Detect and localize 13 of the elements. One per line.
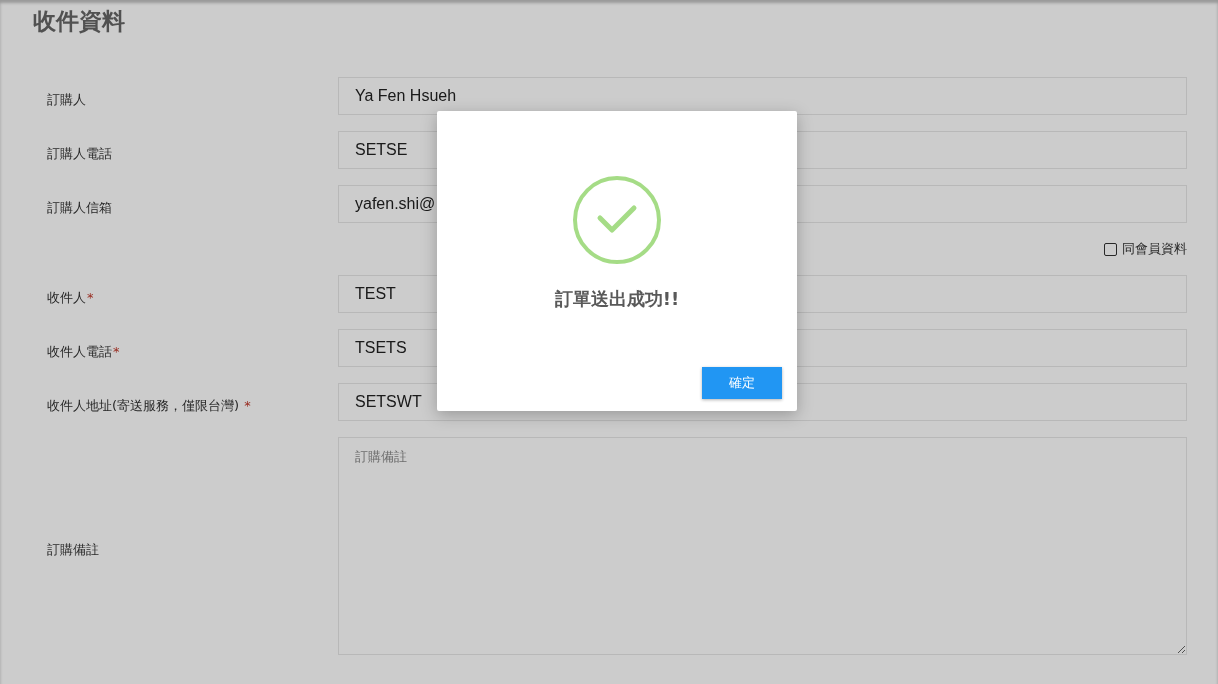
- input-field[interactable]: Ya Fen Hsueh: [338, 77, 1187, 115]
- field-label: 收件人*: [47, 289, 95, 307]
- field-label: 訂購人: [47, 91, 87, 109]
- dialog-message: 訂單送出成功!!: [554, 287, 680, 311]
- field-label: 訂購人信箱: [47, 199, 113, 217]
- field-label: 收件人地址(寄送服務，僅限台灣) *: [47, 397, 252, 415]
- same-as-member-checkbox[interactable]: 同會員資料: [1104, 239, 1187, 259]
- check-icon: [572, 175, 662, 265]
- notes-field[interactable]: 訂購備註: [338, 437, 1187, 655]
- field-label: 收件人電話*: [47, 343, 121, 361]
- field-label: 訂購備註: [47, 541, 100, 559]
- field-label: 訂購人電話: [47, 145, 113, 163]
- section-title: 收件資料: [32, 7, 126, 36]
